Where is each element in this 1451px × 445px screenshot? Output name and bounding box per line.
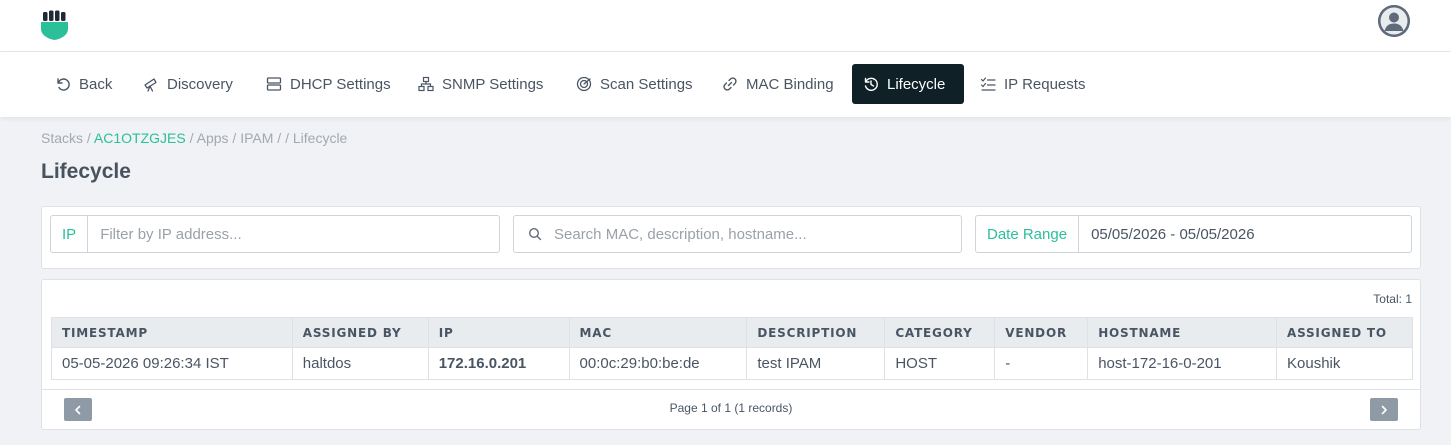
nav-back[interactable]: Back (44, 64, 123, 104)
breadcrumb-stack-id[interactable]: AC1OTZGJES (94, 130, 186, 146)
col-assigned-by[interactable]: ASSIGNED BY (291, 317, 429, 348)
section-nav: Back Discovery DHCP Settings SNMP Settin… (0, 52, 1451, 117)
search-group: Search MAC, description, hostname... (513, 215, 962, 253)
nav-scan-settings-label: Scan Settings (600, 75, 693, 93)
breadcrumb-ipam[interactable]: IPAM (240, 130, 273, 146)
network-icon (418, 76, 434, 92)
ip-addon: IP (51, 216, 89, 252)
cell-category: HOST (884, 347, 996, 380)
cell-timestamp: 05-05-2026 09:26:34 IST (51, 347, 293, 380)
ip-filter-group: IP Filter by IP address... (50, 215, 500, 253)
fist-shield-logo[interactable] (40, 9, 70, 41)
breadcrumb-separator: / (185, 130, 197, 146)
chevron-right-icon (1381, 405, 1387, 414)
col-vendor[interactable]: VENDOR (994, 317, 1089, 348)
col-category[interactable]: CATEGORY (884, 317, 996, 348)
cell-assigned-by: haltdos (291, 347, 429, 380)
history-icon (864, 77, 878, 91)
col-hostname[interactable]: HOSTNAME (1087, 317, 1277, 348)
filter-card: IP Filter by IP address... Search MAC, d… (41, 206, 1421, 269)
nav-scan-settings[interactable]: Scan Settings (565, 64, 704, 104)
nav-snmp-settings-label: SNMP Settings (442, 75, 544, 93)
col-assigned-to[interactable]: ASSIGNED TO (1276, 317, 1413, 348)
table-header-row: TIMESTAMP ASSIGNED BY IP MAC DESCRIPTION… (51, 317, 1413, 348)
breadcrumb: Stacks / AC1OTZGJES / Apps / IPAM / / Li… (41, 130, 347, 146)
nav-back-label: Back (79, 75, 113, 93)
nav-ip-requests-label: IP Requests (1004, 75, 1086, 93)
back-arrow-icon (57, 78, 70, 91)
cell-vendor: - (994, 347, 1089, 380)
col-ip[interactable]: IP (427, 317, 570, 348)
breadcrumb-current: Lifecycle (292, 130, 348, 146)
total-count: Total: 1 (1373, 292, 1412, 306)
breadcrumb-stacks[interactable]: Stacks (41, 130, 83, 146)
nav-dhcp-settings-label: DHCP Settings (290, 75, 391, 93)
checklist-icon (980, 77, 996, 91)
date-range-group: Date Range 05/05/2026 - 05/05/2026 (975, 215, 1412, 253)
lifecycle-table: TIMESTAMP ASSIGNED BY IP MAC DESCRIPTION… (51, 317, 1413, 380)
user-avatar-icon[interactable] (1378, 5, 1410, 37)
breadcrumb-separator: / (83, 130, 94, 146)
nav-lifecycle-label: Lifecycle (887, 75, 946, 93)
cell-mac: 00:0c:29:b0:be:de (568, 347, 748, 380)
ip-filter-input[interactable]: Filter by IP address... (88, 226, 499, 243)
cell-assigned-to: Koushik (1276, 347, 1413, 380)
breadcrumb-separator: / / (273, 130, 293, 146)
table-row[interactable]: 05-05-2026 09:26:34 IST haltdos 172.16.0… (51, 347, 1413, 380)
date-range-addon: Date Range (976, 216, 1080, 252)
nav-ip-requests[interactable]: IP Requests (969, 64, 1096, 104)
pagination-divider (42, 389, 1420, 390)
nav-lifecycle[interactable]: Lifecycle (852, 64, 964, 104)
nav-discovery[interactable]: Discovery (132, 64, 244, 104)
nav-mac-binding-label: MAC Binding (746, 75, 834, 93)
nav-mac-binding[interactable]: MAC Binding (711, 64, 845, 104)
cell-description: test IPAM (746, 347, 886, 380)
search-icon (528, 227, 542, 241)
top-bar (0, 0, 1451, 52)
col-mac[interactable]: MAC (568, 317, 748, 348)
nav-dhcp-settings[interactable]: DHCP Settings (255, 64, 402, 104)
breadcrumb-separator: / (228, 130, 241, 146)
server-icon (266, 77, 282, 91)
page-title: Lifecycle (41, 160, 131, 183)
breadcrumb-apps[interactable]: Apps (197, 130, 229, 146)
telescope-icon (144, 78, 157, 92)
search-input[interactable]: Search MAC, description, hostname... (542, 226, 961, 243)
next-page-button[interactable] (1370, 398, 1398, 421)
radar-icon (576, 76, 592, 92)
col-timestamp[interactable]: TIMESTAMP (51, 317, 293, 348)
nav-discovery-label: Discovery (167, 75, 233, 93)
nav-snmp-settings[interactable]: SNMP Settings (407, 64, 554, 104)
cell-ip: 172.16.0.201 (427, 347, 570, 380)
cell-hostname: host-172-16-0-201 (1087, 347, 1277, 380)
col-description[interactable]: DESCRIPTION (746, 317, 886, 348)
pagination-text: Page 1 of 1 (1 records) (669, 401, 793, 415)
link-icon (723, 77, 737, 91)
date-range-input[interactable]: 05/05/2026 - 05/05/2026 (1079, 226, 1411, 243)
table-card: Total: 1 TIMESTAMP ASSIGNED BY IP MAC DE… (41, 279, 1421, 430)
